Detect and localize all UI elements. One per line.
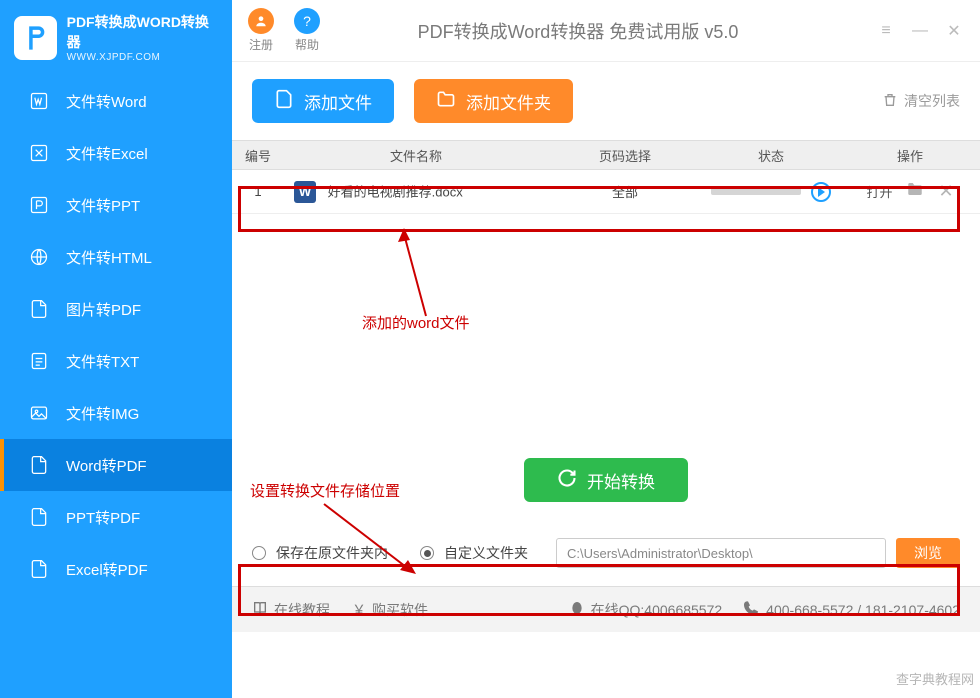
nav-label: 文件转HTML [66,247,152,268]
browse-button[interactable]: 浏览 [896,538,960,568]
nav-label: 文件转PPT [66,195,140,216]
settings-icon[interactable]: ≡ [876,21,896,41]
radio-same-folder[interactable] [252,546,266,560]
logo-url: WWW.XJPDF.COM [67,52,218,63]
add-folder-button[interactable]: 添加文件夹 [414,79,573,123]
nav-label: Word转PDF [66,455,147,476]
table-row[interactable]: 1 W 好看的电视剧推荐.docx 全部 打开 ✕ [232,170,980,214]
nav-file-to-excel[interactable]: 文件转Excel [0,127,232,179]
ppt-icon [28,194,50,216]
nav-label: 文件转Word [66,91,147,112]
tutorial-link[interactable]: 在线教程 [252,600,330,620]
phone-contact[interactable]: 400-668-5572 / 181-2107-4602 [744,600,960,619]
label-custom-folder: 自定义文件夹 [444,543,528,563]
radio-custom-folder[interactable] [420,546,434,560]
nav-file-to-html[interactable]: 文件转HTML [0,231,232,283]
sidebar: PDF转换成WORD转换器 WWW.XJPDF.COM 文件转Word 文件转E… [0,0,232,698]
path-input[interactable]: C:\Users\Administrator\Desktop\ [556,538,886,568]
watermark: 查字典教程网 [896,669,974,688]
qq-contact[interactable]: 在线QQ:4006685572 [569,600,723,620]
img-icon [28,402,50,424]
nav-excel-to-pdf[interactable]: Excel转PDF [0,543,232,595]
nav-word-to-pdf[interactable]: Word转PDF [0,439,232,491]
table-header: 编号 文件名称 页码选择 状态 操作 [232,140,980,170]
open-button[interactable]: 打开 [866,182,892,201]
col-filename: 文件名称 [284,146,548,165]
user-icon [248,8,274,34]
row-status [702,182,840,202]
register-button[interactable]: 注册 [248,8,274,53]
play-icon[interactable] [811,182,831,202]
phone-icon [744,600,760,619]
nav-list: 文件转Word 文件转Excel 文件转PPT 文件转HTML 图片转PDF 文… [0,75,232,698]
pdf-icon [28,506,50,528]
row-number: 1 [232,184,284,199]
txt-icon [28,350,50,372]
col-pages: 页码选择 [548,146,702,165]
refresh-icon [557,468,577,493]
app-title: PDF转换成Word转换器 免费试用版 v5.0 [340,18,876,44]
nav-label: 文件转TXT [66,351,139,372]
html-icon [28,246,50,268]
start-convert-button[interactable]: 开始转换 [524,458,688,502]
minimize-icon[interactable]: — [910,21,930,41]
toolbar: 添加文件 添加文件夹 清空列表 [232,62,980,140]
clear-list-button[interactable]: 清空列表 [882,91,960,111]
annotation-set-location: 设置转换文件存储位置 [250,480,400,501]
close-icon[interactable]: ✕ [944,21,964,41]
nav-file-to-word[interactable]: 文件转Word [0,75,232,127]
nav-image-to-pdf[interactable]: 图片转PDF [0,283,232,335]
trash-icon [882,92,898,111]
main-panel: 注册 ? 帮助 PDF转换成Word转换器 免费试用版 v5.0 ≡ — ✕ 添… [232,0,980,698]
col-number: 编号 [232,146,284,165]
help-button[interactable]: ? 帮助 [294,8,320,53]
nav-file-to-ppt[interactable]: 文件转PPT [0,179,232,231]
label-same-folder: 保存在原文件夹内 [276,543,388,563]
folder-icon [436,89,456,114]
add-file-button[interactable]: 添加文件 [252,79,394,123]
nav-label: 文件转Excel [66,143,148,164]
file-icon [274,89,294,114]
folder-open-icon[interactable] [906,180,924,203]
yen-icon: ￥ [352,600,366,620]
pdf-icon [28,454,50,476]
progress-bar [711,187,801,195]
col-operation: 操作 [840,146,980,165]
nav-label: Excel转PDF [66,559,148,580]
nav-file-to-img[interactable]: 文件转IMG [0,387,232,439]
pdf-icon [28,558,50,580]
excel-icon [28,142,50,164]
book-icon [252,600,268,619]
pdf-icon [28,298,50,320]
logo-icon [14,16,57,60]
logo: PDF转换成WORD转换器 WWW.XJPDF.COM [0,0,232,75]
word-file-icon: W [294,181,316,203]
annotation-added-word: 添加的word文件 [362,312,470,333]
nav-label: PPT转PDF [66,507,140,528]
row-filename: 好看的电视剧推荐.docx [328,184,463,199]
qq-icon [569,600,585,619]
table-body: 1 W 好看的电视剧推荐.docx 全部 打开 ✕ [232,170,980,440]
remove-icon[interactable]: ✕ [938,181,953,202]
nav-ppt-to-pdf[interactable]: PPT转PDF [0,491,232,543]
save-options: 保存在原文件夹内 自定义文件夹 C:\Users\Administrator\D… [232,520,980,586]
nav-file-to-txt[interactable]: 文件转TXT [0,335,232,387]
row-pages[interactable]: 全部 [548,182,702,201]
titlebar: 注册 ? 帮助 PDF转换成Word转换器 免费试用版 v5.0 ≡ — ✕ [232,0,980,62]
help-icon: ? [294,8,320,34]
word-icon [28,90,50,112]
col-status: 状态 [702,146,840,165]
footer: 在线教程 ￥ 购买软件 在线QQ:4006685572 400-668-5572… [232,586,980,632]
nav-label: 文件转IMG [66,403,139,424]
buy-link[interactable]: ￥ 购买软件 [352,600,428,620]
nav-label: 图片转PDF [66,299,141,320]
logo-title: PDF转换成WORD转换器 [67,12,218,52]
